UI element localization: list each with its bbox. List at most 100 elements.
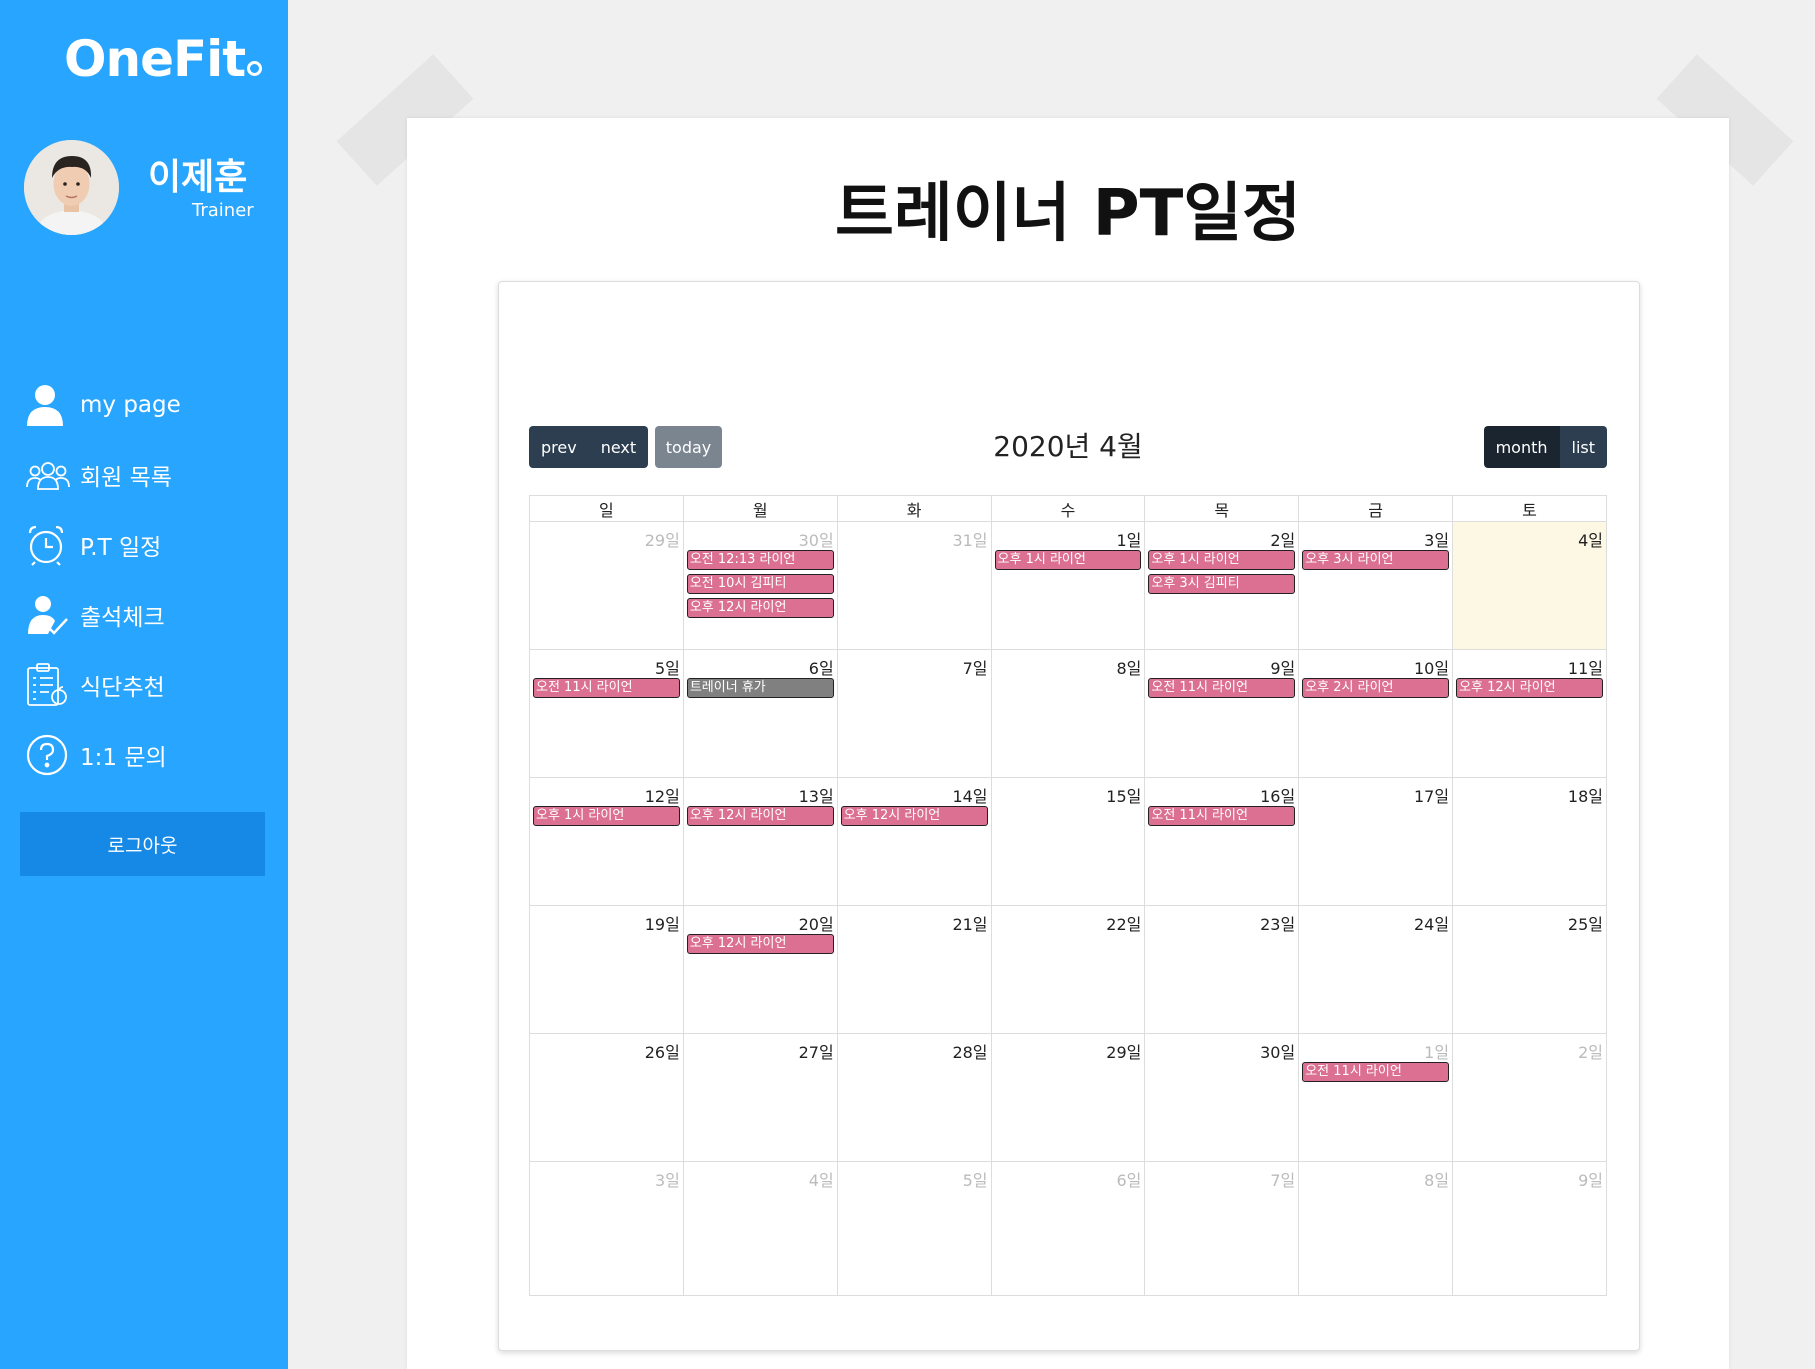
calendar-day-cell[interactable]: 27일 — [682, 1033, 838, 1162]
calendar-week-row: 29일 30일 오전 12:13 라이언 오전 10시 김피티 오후 12시 라이언 31… — [529, 521, 1607, 650]
calendar-toolbar: 2020년 4월 prev next today month list — [529, 426, 1607, 468]
calendar-day-cell[interactable]: 21일 — [836, 905, 992, 1034]
calendar-day-cell[interactable]: 20일 오후 12시 라이언 — [682, 905, 838, 1034]
prev-button[interactable]: prev — [529, 426, 589, 468]
calendar-event[interactable]: 오전 12:13 라이언 — [686, 550, 834, 570]
calendar: 2020년 4월 prev next today month list 일 월 … — [498, 281, 1640, 1351]
calendar-day-cell[interactable]: 6일 트레이너 휴가 — [682, 649, 838, 778]
day-number: 30일 — [1260, 1043, 1296, 1062]
calendar-day-cell[interactable]: 28일 — [836, 1033, 992, 1162]
day-number: 21일 — [952, 915, 988, 934]
day-number: 5일 — [654, 659, 680, 678]
calendar-event[interactable]: 오전 11시 라이언 — [1148, 678, 1296, 698]
calendar-event[interactable]: 오후 2시 라이언 — [1302, 678, 1450, 698]
calendar-day-cell[interactable]: 5일 — [836, 1161, 992, 1296]
today-button[interactable]: today — [655, 426, 722, 468]
calendar-day-cell[interactable]: 8일 — [1298, 1161, 1454, 1296]
calendar-day-cell[interactable]: 9일 — [1452, 1161, 1607, 1296]
calendar-event[interactable]: 오후 12시 라이언 — [1456, 678, 1603, 698]
calendar-day-cell[interactable]: 12일 오후 1시 라이언 — [529, 777, 684, 906]
logout-button[interactable]: 로그아웃 — [20, 812, 265, 876]
sidebar-item-my-page[interactable]: my page — [26, 370, 276, 440]
day-number: 5일 — [962, 1171, 988, 1190]
calendar-event[interactable]: 오전 11시 라이언 — [533, 678, 680, 698]
calendar-event[interactable]: 오전 10시 김피티 — [686, 574, 834, 594]
sidebar-item-inquiry[interactable]: 1:1 문의 — [26, 720, 276, 790]
calendar-day-cell[interactable]: 7일 — [1144, 1161, 1300, 1296]
calendar-day-cell[interactable]: 30일 — [1144, 1033, 1300, 1162]
calendar-event[interactable]: 오후 1시 라이언 — [1148, 550, 1296, 570]
calendar-day-cell[interactable]: 23일 — [1144, 905, 1300, 1034]
calendar-day-cell[interactable]: 10일 오후 2시 라이언 — [1298, 649, 1454, 778]
calendar-day-cell[interactable]: 25일 — [1452, 905, 1607, 1034]
calendar-day-cell[interactable]: 14일 오후 12시 라이언 — [836, 777, 992, 906]
calendar-event[interactable]: 오후 3시 김피티 — [1148, 574, 1296, 594]
calendar-week-row: 3일 4일 5일 6일 7일 8일 9일 — [529, 1161, 1607, 1296]
sidebar-item-member-list[interactable]: 회원 목록 — [26, 440, 276, 510]
calendar-event[interactable]: 오후 1시 라이언 — [533, 806, 680, 826]
day-number: 4일 — [1578, 531, 1603, 550]
calendar-day-cell[interactable]: 4일 — [682, 1161, 838, 1296]
calendar-event[interactable]: 오후 1시 라이언 — [994, 550, 1142, 570]
calendar-event[interactable]: 오후 12시 라이언 — [686, 806, 834, 826]
clipboard-list-icon — [26, 662, 72, 708]
calendar-day-cell[interactable]: 26일 — [529, 1033, 684, 1162]
calendar-day-cell[interactable]: 13일 오후 12시 라이언 — [682, 777, 838, 906]
calendar-day-cell[interactable]: 31일 — [836, 521, 992, 650]
weekday-header: 금 — [1298, 495, 1454, 522]
calendar-event[interactable]: 오후 12시 라이언 — [686, 598, 834, 618]
next-button[interactable]: next — [588, 426, 649, 468]
day-number: 24일 — [1413, 915, 1450, 934]
day-number: 1일 — [1424, 1043, 1450, 1062]
calendar-day-cell[interactable]: 7일 — [836, 649, 992, 778]
calendar-week-row: 5일 오전 11시 라이언 6일 트레이너 휴가 7일 8일 9일 오전 11시 라이언 10일… — [529, 649, 1607, 778]
calendar-day-cell[interactable]: 8일 — [990, 649, 1146, 778]
calendar-day-cell[interactable]: 17일 — [1298, 777, 1454, 906]
calendar-event[interactable]: 오전 11시 라이언 — [1148, 806, 1296, 826]
calendar-day-cell[interactable]: 3일 — [529, 1161, 684, 1296]
day-number: 30일 — [798, 531, 834, 550]
calendar-day-cell[interactable]: 2일 — [1452, 1033, 1607, 1162]
calendar-event[interactable]: 오후 3시 라이언 — [1302, 550, 1450, 570]
calendar-day-cell[interactable]: 6일 — [990, 1161, 1146, 1296]
sidebar: OneFit 이제훈 Trainer my page 회원 목록 P.T 일정 … — [0, 0, 288, 1369]
brand-logo[interactable]: OneFit — [64, 30, 263, 88]
month-view-button[interactable]: month — [1483, 426, 1560, 468]
day-number: 12일 — [644, 787, 680, 806]
calendar-day-cell[interactable]: 16일 오전 11시 라이언 — [1144, 777, 1300, 906]
day-number: 6일 — [808, 659, 834, 678]
sidebar-item-pt-schedule[interactable]: P.T 일정 — [26, 510, 276, 580]
calendar-day-cell[interactable]: 1일 오전 11시 라이언 — [1298, 1033, 1454, 1162]
calendar-week-row: 26일 27일 28일 29일 30일 1일 오전 11시 라이언 2일 — [529, 1033, 1607, 1162]
day-number: 23일 — [1260, 915, 1296, 934]
calendar-day-cell[interactable]: 19일 — [529, 905, 684, 1034]
day-number: 3일 — [1424, 531, 1450, 550]
calendar-event[interactable]: 오전 11시 라이언 — [1302, 1062, 1450, 1082]
calendar-day-cell[interactable]: 15일 — [990, 777, 1146, 906]
calendar-day-cell[interactable]: 3일 오후 3시 라이언 — [1298, 521, 1454, 650]
sidebar-item-label: 1:1 문의 — [80, 745, 167, 771]
sidebar-item-attendance[interactable]: 출석체크 — [26, 580, 276, 650]
calendar-day-cell[interactable]: 24일 — [1298, 905, 1454, 1034]
calendar-day-cell[interactable]: 30일 오전 12:13 라이언오전 10시 김피티오후 12시 라이언 — [682, 521, 838, 650]
calendar-day-cell[interactable]: 22일 — [990, 905, 1146, 1034]
calendar-day-cell[interactable]: 2일 오후 1시 라이언 오후 3시 김피티 — [1144, 521, 1300, 650]
sidebar-item-diet[interactable]: 식단추천 — [26, 650, 276, 720]
sidebar-item-label: P.T 일정 — [80, 535, 162, 561]
day-number: 22일 — [1106, 915, 1142, 934]
calendar-day-cell[interactable]: 5일 오전 11시 라이언 — [529, 649, 684, 778]
calendar-event[interactable]: 오후 12시 라이언 — [840, 806, 988, 826]
calendar-event[interactable]: 오후 12시 라이언 — [686, 934, 834, 954]
calendar-event[interactable]: 트레이너 휴가 — [686, 678, 834, 698]
calendar-day-cell[interactable]: 11일 오후 12시 라이언 — [1452, 649, 1607, 778]
calendar-day-cell[interactable]: 9일 오전 11시 라이언 — [1144, 649, 1300, 778]
weekday-header: 월 — [682, 495, 838, 522]
calendar-day-cell[interactable]: 4일 — [1452, 521, 1607, 650]
calendar-day-cell[interactable]: 29일 — [529, 521, 684, 650]
sidebar-menu: my page 회원 목록 P.T 일정 출석체크 식단추천 1:1 문의 — [26, 370, 276, 790]
avatar — [24, 140, 119, 235]
calendar-day-cell[interactable]: 1일 오후 1시 라이언 — [990, 521, 1146, 650]
calendar-day-cell[interactable]: 29일 — [990, 1033, 1146, 1162]
list-view-button[interactable]: list — [1559, 426, 1607, 468]
calendar-day-cell[interactable]: 18일 — [1452, 777, 1607, 906]
